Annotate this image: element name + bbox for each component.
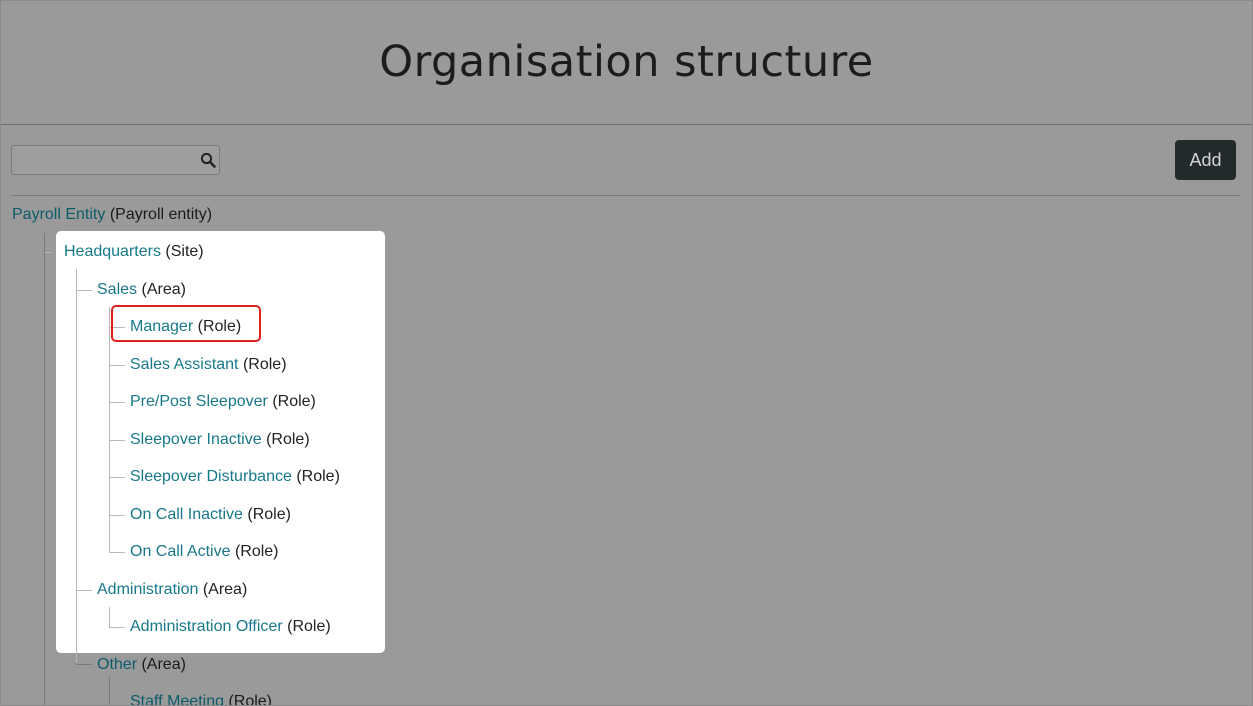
- tree-node-root: Payroll Entity (Payroll entity): [12, 205, 212, 225]
- tree-node-link-pre-post-sleepover[interactable]: Pre/Post Sleepover: [130, 393, 268, 410]
- tree-connector: [76, 290, 92, 291]
- tree-node-link-sleepover-disturbance[interactable]: Sleepover Disturbance: [130, 468, 292, 485]
- highlight-outline: [111, 305, 261, 342]
- tree-node-type: (Area): [141, 281, 186, 298]
- search-box[interactable]: [11, 145, 220, 175]
- tree-node-type: (Payroll entity): [109, 206, 213, 223]
- tree-connector: [109, 477, 125, 478]
- tree-node-type: (Role): [272, 393, 316, 410]
- tree-node-type: (Role): [296, 468, 340, 485]
- tree-connector: [76, 664, 92, 665]
- tree-node-role: Pre/Post Sleepover (Role): [130, 392, 316, 412]
- tree-node-role: On Call Inactive (Role): [130, 505, 291, 525]
- tree-node-role: Sleepover Disturbance (Role): [130, 467, 340, 487]
- tree-node-type: (Area): [141, 656, 186, 673]
- search-input[interactable]: [12, 146, 204, 174]
- tree-node-site: Headquarters (Site): [64, 242, 204, 262]
- tree-node-type: (Role): [266, 431, 310, 448]
- tree-node-link-other[interactable]: Other: [97, 656, 137, 673]
- tree-node-type: (Role): [242, 356, 287, 373]
- add-button[interactable]: Add: [1175, 140, 1236, 180]
- tree-connector: [44, 233, 45, 705]
- tree-node-type: (Area): [202, 581, 248, 598]
- tree-connector: [109, 365, 125, 366]
- tree-node-link-on-call-active[interactable]: On Call Active: [130, 543, 230, 560]
- tree-node-role: On Call Active (Role): [130, 542, 279, 562]
- tree-node-role: Sales Assistant (Role): [130, 355, 287, 375]
- tree-node-type: (Role): [287, 618, 331, 635]
- tree-node-role: Sleepover Inactive (Role): [130, 430, 310, 450]
- tree-connector: [45, 252, 52, 253]
- tree-node-area: Administration (Area): [97, 580, 247, 600]
- tree-node-area: Other (Area): [97, 655, 186, 675]
- tree-node-link-sales[interactable]: Sales: [97, 281, 137, 298]
- tree-connector: [76, 269, 77, 663]
- tree-node-link-payroll-entity[interactable]: Payroll Entity: [12, 206, 105, 223]
- tree-node-area: Sales (Area): [97, 280, 186, 300]
- tree-connector: [109, 440, 125, 441]
- tree-node-type: (Role): [234, 543, 279, 560]
- tree-node-link-administration[interactable]: Administration: [97, 581, 198, 598]
- tree-connector: [109, 627, 125, 628]
- tree-node-type: (Site): [165, 243, 204, 260]
- tree-node-link-staff-meeting[interactable]: Staff Meeting: [130, 693, 224, 705]
- tree-connector: [109, 515, 125, 516]
- tree-node-type: (Role): [247, 506, 291, 523]
- tree-node-link-headquarters[interactable]: Headquarters: [64, 243, 161, 260]
- tree-node-role: Administration Officer (Role): [130, 617, 331, 637]
- tree-node-link-sales-assistant[interactable]: Sales Assistant: [130, 356, 239, 373]
- page: Organisation structure Add Payroll Entit…: [0, 0, 1253, 706]
- page-title: Organisation structure: [379, 37, 874, 87]
- tree-node-role: Staff Meeting (Role): [130, 692, 272, 706]
- tree-node-link-sleepover-inactive[interactable]: Sleepover Inactive: [130, 431, 262, 448]
- highlight-panel: Headquarters (Site) Sales (Area) Manager…: [45, 231, 385, 663]
- search-icon[interactable]: [200, 152, 216, 168]
- page-header: Organisation structure: [1, 1, 1252, 125]
- toolbar-divider: [11, 195, 1241, 196]
- tree-node-type: (Role): [228, 693, 272, 706]
- tree-connector: [76, 590, 92, 591]
- tree-node-link-administration-officer[interactable]: Administration Officer: [130, 618, 283, 635]
- tree-connector: [109, 607, 110, 627]
- tree-connector: [109, 552, 125, 553]
- tree-connector: [109, 677, 110, 705]
- tree-node-link-on-call-inactive[interactable]: On Call Inactive: [130, 506, 243, 523]
- tree-connector: [109, 402, 125, 403]
